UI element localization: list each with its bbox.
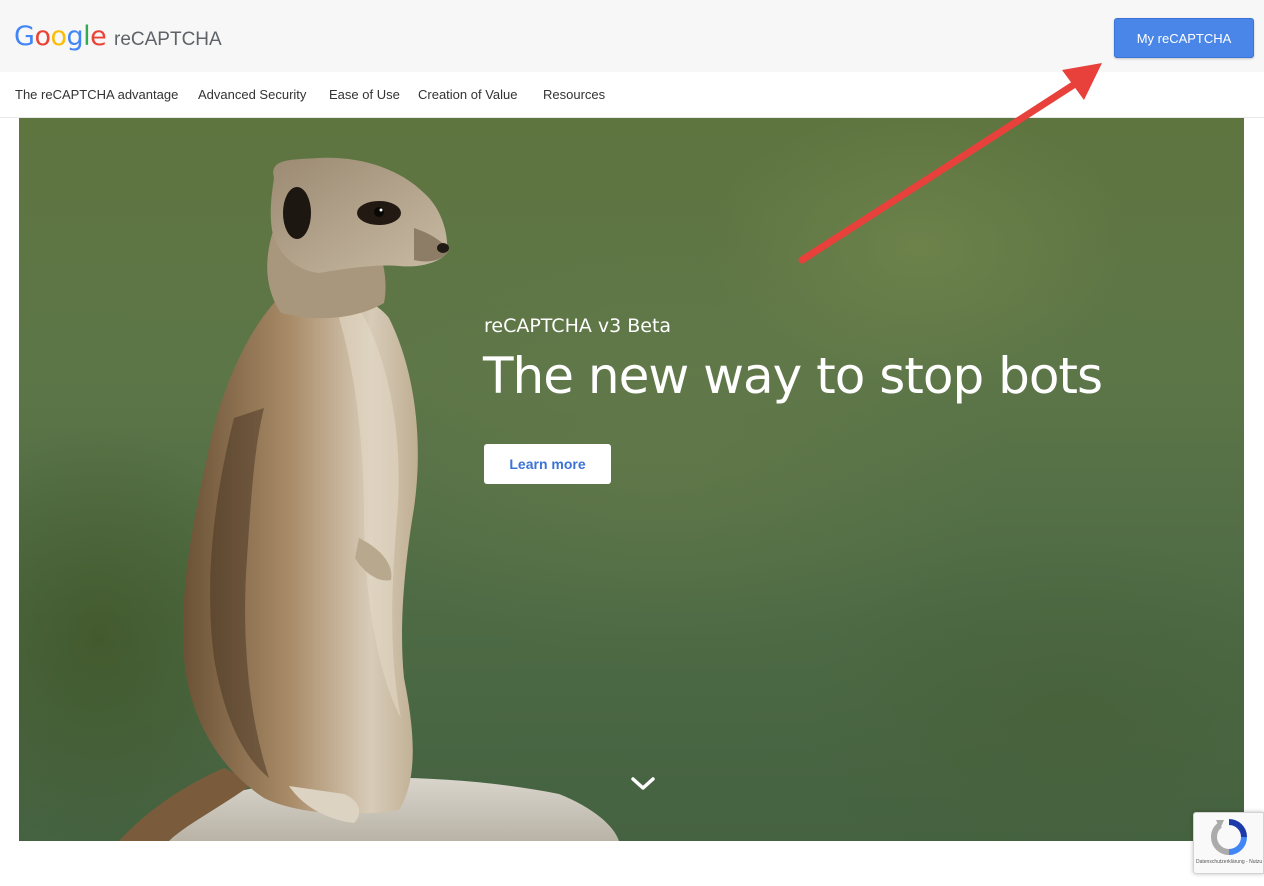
product-name: reCAPTCHA	[114, 29, 222, 50]
hero-banner: reCAPTCHA v3 Beta The new way to stop bo…	[19, 118, 1244, 841]
recaptcha-logo-icon	[1210, 819, 1247, 855]
hero-headline: The new way to stop bots	[483, 347, 1103, 405]
header: Google reCAPTCHA My reCAPTCHA	[0, 0, 1264, 72]
nav-item-ease-of-use[interactable]: Ease of Use	[329, 87, 400, 103]
nav-item-resources[interactable]: Resources	[543, 87, 605, 103]
page: Google reCAPTCHA My reCAPTCHA The reCAPT…	[0, 0, 1264, 886]
badge-footer-text[interactable]: Datenschutzerklärung - Nutzungsbedingung…	[1196, 859, 1262, 866]
google-logo[interactable]: Google	[14, 20, 107, 54]
meerkat-image	[119, 157, 619, 841]
chevron-down-icon[interactable]	[629, 774, 657, 794]
nav-item-recaptcha-advantage[interactable]: The reCAPTCHA advantage	[15, 87, 178, 103]
recaptcha-badge[interactable]: Datenschutzerklärung - Nutzungsbedingung…	[1193, 812, 1264, 874]
hero-eyebrow: reCAPTCHA v3 Beta	[484, 315, 672, 337]
top-nav: The reCAPTCHA advantage Advanced Securit…	[0, 72, 1264, 118]
learn-more-button[interactable]: Learn more	[484, 444, 611, 484]
nav-item-creation-of-value[interactable]: Creation of Value	[418, 87, 518, 103]
nav-item-advanced-security[interactable]: Advanced Security	[198, 87, 306, 103]
my-recaptcha-button[interactable]: My reCAPTCHA	[1114, 18, 1254, 58]
